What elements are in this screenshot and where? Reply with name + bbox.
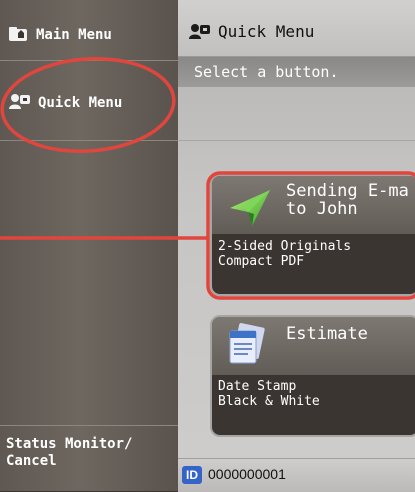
page-title: Quick Menu <box>218 22 315 41</box>
status-monitor-cancel-button[interactable]: Status Monitor/ Cancel <box>6 436 132 470</box>
sidebar-item-label: Quick Menu <box>38 95 123 111</box>
paper-plane-icon <box>224 184 274 234</box>
divider <box>178 140 415 141</box>
status-monitor-label: Status Monitor/ Cancel <box>6 436 133 469</box>
card-setting-line: 2-Sided Originals <box>218 239 352 254</box>
card-setting-line: Black & White <box>218 394 320 409</box>
id-badge: ID <box>182 466 202 484</box>
divider <box>0 140 178 141</box>
status-bar: ID 0000000001 <box>178 458 415 492</box>
page-header: Quick Menu <box>178 0 415 57</box>
sidebar-item-main-menu[interactable]: Main Menu <box>8 24 168 46</box>
department-id-number: 0000000001 <box>208 466 286 482</box>
quick-menu-panel: Quick Menu Select a button. Sending E-ma… <box>178 0 415 492</box>
card-title: Sending E-ma to John <box>286 181 409 219</box>
card-title: Estimate <box>286 324 368 344</box>
card-setting-line: Compact PDF <box>218 254 305 269</box>
left-navigation-panel: Main Menu Quick Menu Status Monitor/ Can… <box>0 0 178 491</box>
sidebar-item-label: Main Menu <box>36 27 112 43</box>
home-folder-icon <box>8 24 30 46</box>
card-header: Estimate <box>212 317 415 375</box>
document-stack-icon <box>222 323 270 373</box>
card-header: Sending E-ma to John <box>212 176 415 234</box>
card-setting-line: Date Stamp <box>218 379 297 394</box>
quick-menu-icon <box>188 22 212 44</box>
instruction-text: Select a button. <box>178 57 415 87</box>
quick-menu-button-sending-email[interactable]: Sending E-ma to John 2-Sided Originals C… <box>210 174 415 296</box>
divider <box>0 60 178 61</box>
quick-menu-icon <box>8 92 32 114</box>
sidebar-item-quick-menu[interactable]: Quick Menu <box>8 92 168 114</box>
quick-menu-button-estimate[interactable]: Estimate Date Stamp Black & White <box>210 315 415 437</box>
divider <box>0 425 178 426</box>
